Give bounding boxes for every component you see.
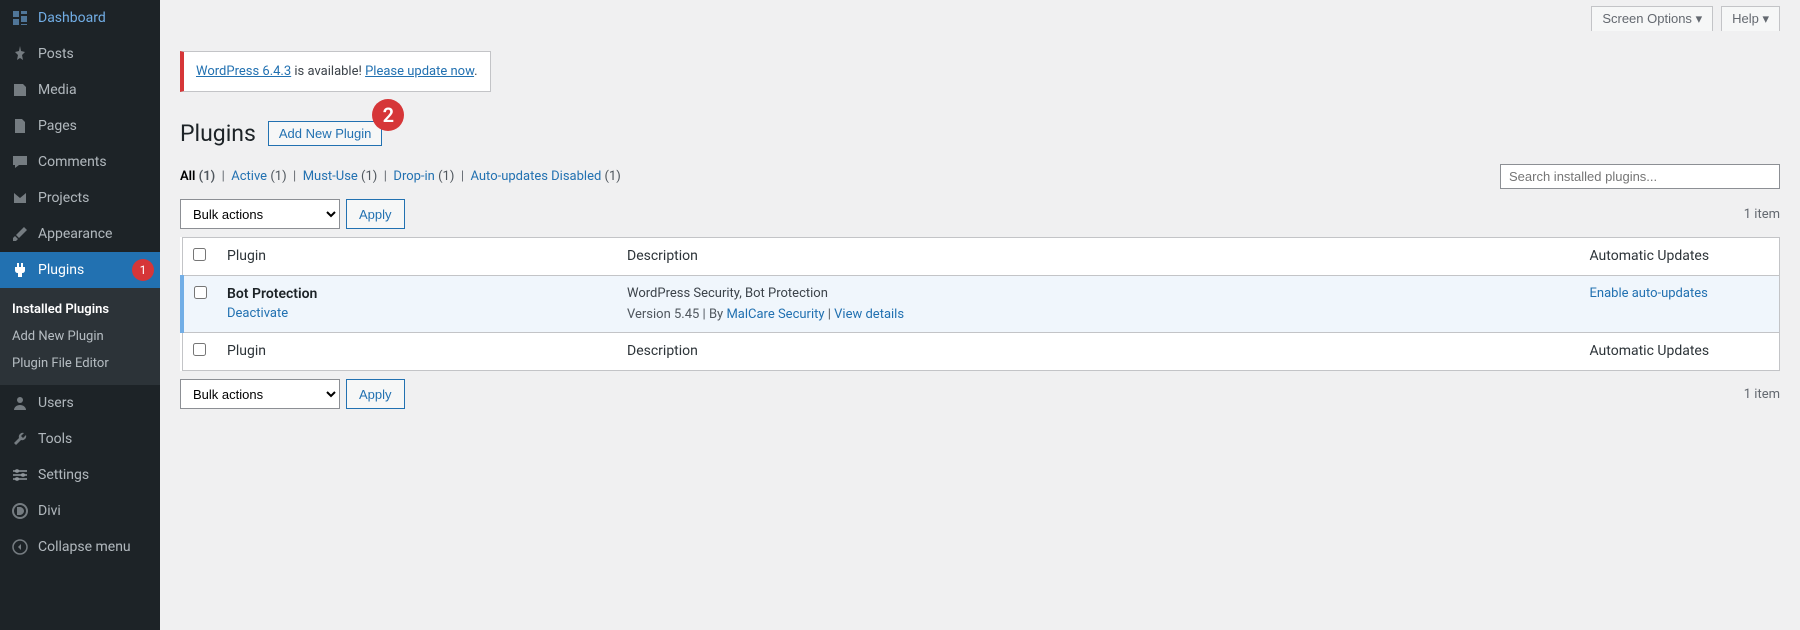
plugin-name: Bot Protection — [227, 286, 607, 302]
search-box — [1500, 164, 1780, 189]
plug-icon — [10, 260, 30, 280]
media-icon — [10, 80, 30, 100]
select-all-checkbox[interactable] — [193, 248, 206, 261]
sidebar-item-tools[interactable]: Tools — [0, 421, 160, 457]
wordpress-version-link[interactable]: WordPress 6.4.3 — [196, 64, 291, 79]
pin-icon — [10, 44, 30, 64]
notice-text: is available! — [291, 64, 365, 79]
item-count-top: 1 item — [1744, 207, 1780, 222]
sidebar-label: Collapse menu — [38, 539, 131, 555]
filter-drop-in[interactable]: Drop-in (1) — [393, 169, 454, 184]
bulk-action-select-bottom[interactable]: Bulk actions — [180, 379, 340, 409]
sidebar-label: Settings — [38, 467, 89, 483]
sidebar-item-appearance[interactable]: Appearance — [0, 216, 160, 252]
admin-sidebar: Dashboard Posts Media Pages Comments Pro… — [0, 0, 160, 630]
row-checkbox[interactable] — [194, 286, 207, 299]
table-row: Bot Protection Deactivate WordPress Secu… — [182, 276, 1780, 333]
sidebar-item-collapse[interactable]: Collapse menu — [0, 529, 160, 565]
item-count-bottom: 1 item — [1744, 387, 1780, 402]
sidebar-label: Plugins — [38, 262, 84, 278]
page-title: Plugins — [180, 120, 256, 147]
tools-icon — [10, 429, 30, 449]
plugins-table: Plugin Description Automatic Updates Bot… — [180, 237, 1780, 371]
update-now-link[interactable]: Please update now — [365, 64, 474, 79]
sidebar-label: Posts — [38, 46, 74, 62]
bulk-action-select[interactable]: Bulk actions — [180, 199, 340, 229]
select-all-checkbox-bottom[interactable] — [193, 343, 206, 356]
filter-must-use[interactable]: Must-Use (1) — [303, 169, 378, 184]
filter-auto-updates-disabled[interactable]: Auto-updates Disabled (1) — [470, 169, 620, 184]
filter-active[interactable]: Active (1) — [231, 169, 286, 184]
plugins-submenu: Installed Plugins Add New Plugin Plugin … — [0, 288, 160, 385]
settings-icon — [10, 465, 30, 485]
notice-end: . — [474, 64, 477, 79]
chevron-down-icon: ▾ — [1762, 11, 1769, 26]
sidebar-label: Appearance — [38, 226, 112, 242]
column-plugin-foot[interactable]: Plugin — [217, 333, 617, 371]
column-plugin[interactable]: Plugin — [217, 238, 617, 276]
bulk-actions-top: Bulk actions Apply — [180, 199, 405, 229]
pages-icon — [10, 116, 30, 136]
column-description-foot[interactable]: Description — [617, 333, 1580, 371]
sidebar-item-settings[interactable]: Settings — [0, 457, 160, 493]
filter-links: All (1) | Active (1) | Must-Use (1) | Dr… — [180, 169, 621, 184]
sidebar-label: Divi — [38, 503, 61, 519]
sidebar-label: Media — [38, 82, 77, 98]
column-description[interactable]: Description — [617, 238, 1580, 276]
bulk-actions-bottom: Bulk actions Apply — [180, 379, 405, 409]
apply-button[interactable]: Apply — [346, 199, 405, 229]
main-content: Screen Options ▾ Help ▾ WordPress 6.4.3 … — [160, 0, 1800, 437]
apply-button-bottom[interactable]: Apply — [346, 379, 405, 409]
submenu-plugin-file-editor[interactable]: Plugin File Editor — [0, 350, 160, 377]
chevron-down-icon: ▾ — [1696, 11, 1703, 26]
sidebar-item-plugins[interactable]: Plugins 1 — [0, 252, 160, 288]
sidebar-label: Tools — [38, 431, 72, 447]
top-bar: Screen Options ▾ Help ▾ — [160, 0, 1800, 31]
column-auto-updates-foot[interactable]: Automatic Updates — [1580, 333, 1780, 371]
deactivate-link[interactable]: Deactivate — [227, 306, 288, 321]
plugin-description: WordPress Security, Bot Protection — [627, 286, 1570, 301]
sidebar-item-users[interactable]: Users — [0, 385, 160, 421]
sidebar-item-media[interactable]: Media — [0, 72, 160, 108]
sidebar-item-divi[interactable]: Divi — [0, 493, 160, 529]
brush-icon — [10, 224, 30, 244]
sidebar-item-projects[interactable]: Projects — [0, 180, 160, 216]
help-button[interactable]: Help ▾ — [1721, 6, 1780, 31]
page-heading-row: Plugins Add New Plugin 2 — [180, 117, 1780, 149]
column-auto-updates[interactable]: Automatic Updates — [1580, 238, 1780, 276]
add-new-plugin-button[interactable]: Add New Plugin — [268, 121, 383, 146]
projects-icon — [10, 188, 30, 208]
update-notice: WordPress 6.4.3 is available! Please upd… — [180, 51, 491, 92]
dashboard-icon — [10, 8, 30, 28]
collapse-icon — [10, 537, 30, 557]
user-icon — [10, 393, 30, 413]
plugin-meta: Version 5.45 | By MalCare Security | Vie… — [627, 307, 1570, 322]
enable-auto-updates-link[interactable]: Enable auto-updates — [1590, 286, 1708, 301]
sidebar-item-dashboard[interactable]: Dashboard — [0, 0, 160, 36]
sidebar-item-pages[interactable]: Pages — [0, 108, 160, 144]
comment-icon — [10, 152, 30, 172]
view-details-link[interactable]: View details — [834, 307, 904, 322]
sidebar-label: Users — [38, 395, 74, 411]
sidebar-label: Comments — [38, 154, 107, 170]
submenu-installed-plugins[interactable]: Installed Plugins — [0, 296, 160, 323]
sidebar-label: Dashboard — [38, 10, 106, 26]
sidebar-item-comments[interactable]: Comments — [0, 144, 160, 180]
sidebar-label: Projects — [38, 190, 89, 206]
author-link[interactable]: MalCare Security — [726, 307, 824, 322]
search-input[interactable] — [1500, 164, 1780, 189]
sidebar-item-posts[interactable]: Posts — [0, 36, 160, 72]
filter-all[interactable]: All (1) — [180, 169, 215, 184]
annotation-badge: 2 — [372, 99, 404, 131]
submenu-add-new-plugin[interactable]: Add New Plugin — [0, 323, 160, 350]
sidebar-label: Pages — [38, 118, 77, 134]
divi-icon — [10, 501, 30, 521]
screen-options-button[interactable]: Screen Options ▾ — [1591, 6, 1713, 31]
update-badge: 1 — [132, 259, 154, 281]
